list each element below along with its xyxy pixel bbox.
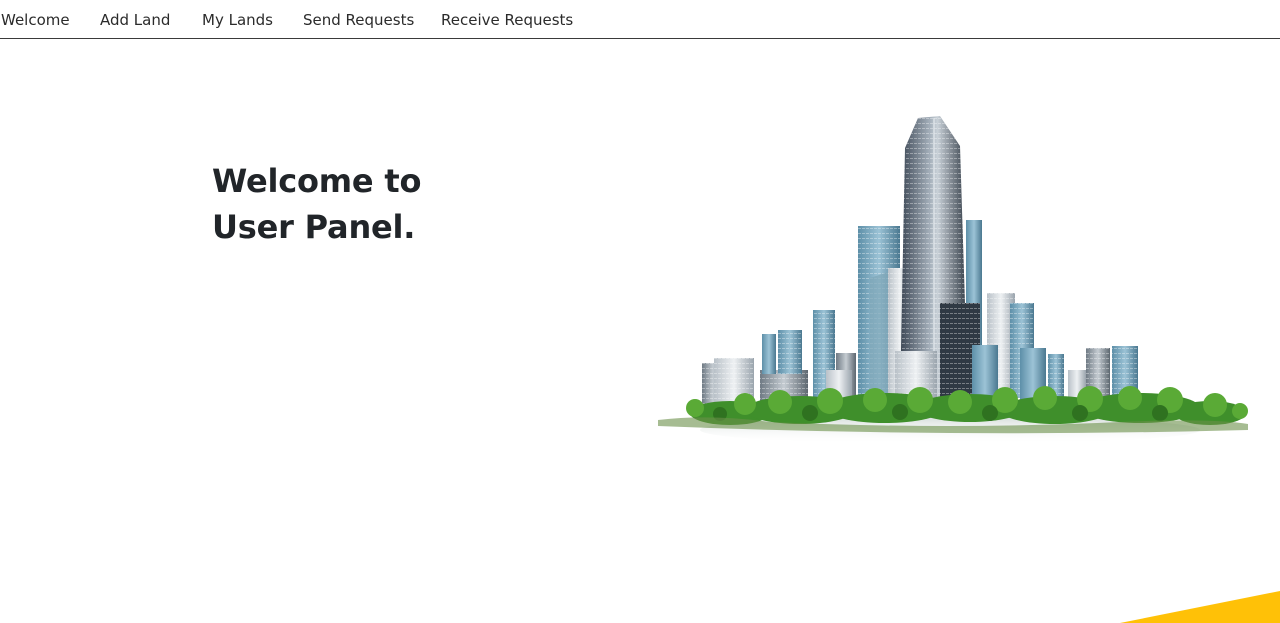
top-navbar: Welcome Add Land My Lands Send Requests … (0, 0, 1280, 39)
nav-send-requests[interactable]: Send Requests (303, 10, 414, 30)
page-title-line-2: User Panel. (212, 208, 416, 246)
nav-my-lands[interactable]: My Lands (202, 10, 273, 30)
page-title-line-1: Welcome to (212, 162, 422, 200)
nav-receive-requests[interactable]: Receive Requests (441, 10, 573, 30)
nav-add-land[interactable]: Add Land (100, 10, 170, 30)
page-title: Welcome to User Panel. (212, 158, 421, 250)
city-skyline-illustration (658, 116, 1248, 444)
nav-welcome[interactable]: Welcome (1, 10, 70, 30)
yellow-corner-accent (1120, 591, 1280, 623)
